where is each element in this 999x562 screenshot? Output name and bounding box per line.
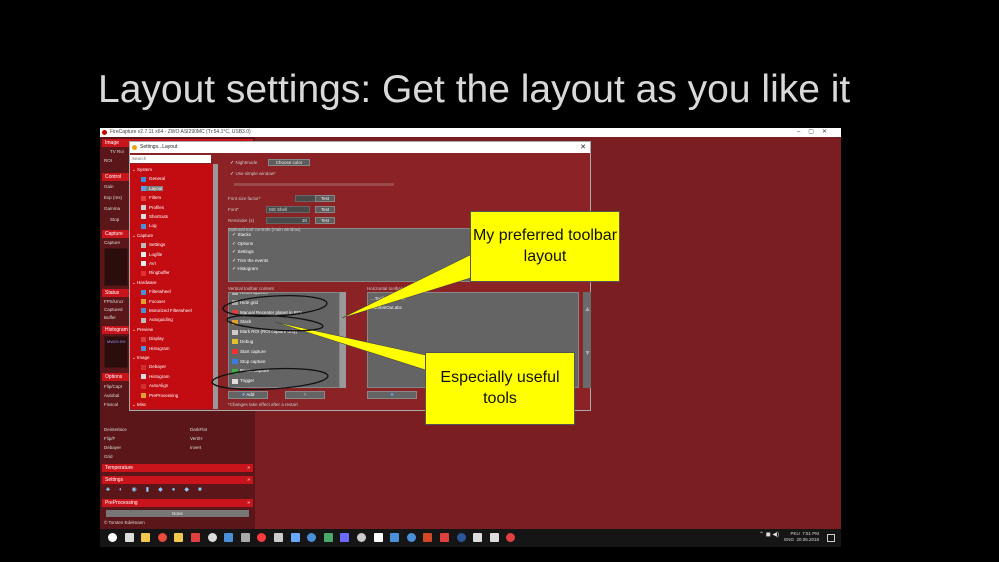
optional-controls-header: Optional tool controls (main window) [228,227,301,232]
tools-callout-pointer [274,321,433,373]
presentation-slide: Layout settings: Get the layout as you l… [0,0,999,562]
toolbar-callout: My preferred toolbar layout [470,211,620,282]
circle-mark-recenter [222,294,328,318]
circle-mark-autorecenter [211,367,329,391]
circle-mark-roi [226,314,324,332]
tools-callout: Especially useful tools [425,352,575,425]
toolbar-callout-pointer [341,254,481,319]
